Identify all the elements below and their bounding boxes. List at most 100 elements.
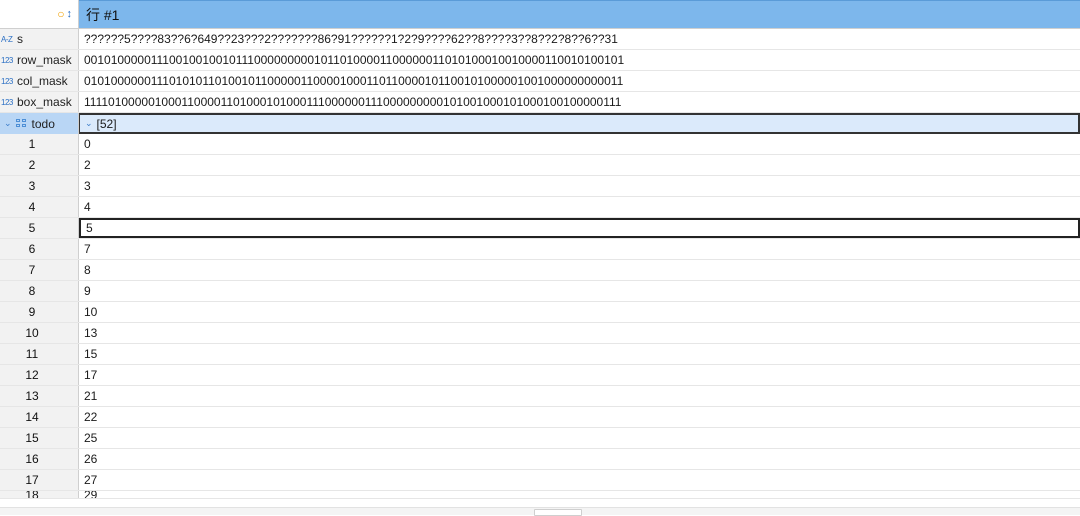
item-index: 13 [25, 389, 39, 403]
list-item[interactable]: 33 [0, 176, 1080, 197]
item-index-cell: 7 [0, 260, 79, 280]
item-index-cell: 11 [0, 344, 79, 364]
list-item[interactable]: 12 17 [0, 365, 1080, 386]
property-label-cell[interactable]: A-Z s [0, 29, 79, 49]
property-label-cell[interactable]: 123 row_mask [0, 50, 79, 70]
item-value[interactable]: 0 [79, 134, 1080, 154]
record-header[interactable]: 行 #1 [79, 0, 1080, 28]
item-index-cell: 17 [0, 470, 79, 490]
item-index: 10 [25, 326, 39, 340]
item-index-cell: 8 [0, 281, 79, 301]
header-corner[interactable]: ○ ↕ [0, 0, 79, 28]
list-item[interactable]: 55 [0, 218, 1080, 239]
item-value[interactable]: 22 [79, 407, 1080, 427]
item-index-cell: 3 [0, 176, 79, 196]
property-row[interactable]: 123 col_mask 01010000001110101011010010110… [0, 71, 1080, 92]
item-index: 4 [28, 200, 36, 214]
property-name: col_mask [17, 74, 68, 88]
item-value[interactable]: 4 [79, 197, 1080, 217]
item-index-cell: 9 [0, 302, 79, 322]
item-index-cell: 5 [0, 218, 79, 238]
item-index-cell: 1 [0, 134, 79, 154]
property-name: box_mask [17, 95, 72, 109]
list-item[interactable]: 67 [0, 239, 1080, 260]
item-index: 16 [25, 452, 39, 466]
todo-summary: [52] [96, 116, 117, 131]
property-name: row_mask [17, 53, 72, 67]
sort-arrows-icon[interactable]: ↕ [67, 8, 73, 20]
item-value[interactable]: 27 [79, 470, 1080, 490]
list-item[interactable]: 78 [0, 260, 1080, 281]
item-index: 8 [28, 284, 36, 298]
item-value[interactable]: 5 [79, 218, 1080, 238]
list-item[interactable]: 10 13 [0, 323, 1080, 344]
type-icon: A-Z [1, 34, 13, 44]
record-grid: ○ ↕ 行 #1 A-Z s ??????5????83??6?649??23???… [0, 0, 1080, 507]
scrollbar-thumb[interactable] [534, 509, 582, 516]
item-value[interactable]: 8 [79, 260, 1080, 280]
todo-value-cell[interactable]: ⌄ [52] [79, 113, 1080, 134]
item-index: 12 [25, 368, 39, 382]
item-index-cell: 4 [0, 197, 79, 217]
item-index-cell: 12 [0, 365, 79, 385]
list-item[interactable]: 10 [0, 134, 1080, 155]
item-index-cell: 10 [0, 323, 79, 343]
item-index: 7 [28, 263, 36, 277]
property-row[interactable]: A-Z s ??????5????83??6?649??23???2???????8… [0, 29, 1080, 50]
type-icon: 123 [1, 97, 13, 107]
property-value[interactable]: 0010100000111001001001011100000000010110… [79, 50, 1080, 70]
todo-row[interactable]: ⌄ todo ⌄ [52] [0, 113, 1080, 134]
item-value[interactable]: 9 [79, 281, 1080, 301]
chevron-down-icon[interactable]: ⌄ [4, 118, 12, 129]
item-index-cell: 18 [0, 491, 79, 498]
item-index-cell: 16 [0, 449, 79, 469]
item-index: 11 [25, 347, 39, 361]
item-index-cell: 15 [0, 428, 79, 448]
list-item[interactable]: 89 [0, 281, 1080, 302]
list-item[interactable]: 9 10 [0, 302, 1080, 323]
list-item[interactable]: 13 21 [0, 386, 1080, 407]
settings-circle-icon[interactable]: ○ [57, 7, 64, 21]
list-item[interactable]: 11 15 [0, 344, 1080, 365]
item-value[interactable]: 17 [79, 365, 1080, 385]
item-index-cell: 13 [0, 386, 79, 406]
property-value[interactable]: 1111010000010001100001101000101000111000… [79, 92, 1080, 112]
item-value[interactable]: 29 [79, 491, 1080, 498]
list-item[interactable]: 22 [0, 155, 1080, 176]
property-label-cell[interactable]: 123 box_mask [0, 92, 79, 112]
item-value[interactable]: 7 [79, 239, 1080, 259]
item-index-cell: 14 [0, 407, 79, 427]
todo-name: todo [31, 116, 55, 131]
property-value[interactable]: ??????5????83??6?649??23???2???????86?91… [79, 29, 1080, 49]
type-icon: 123 [1, 55, 13, 65]
property-row[interactable]: 123 box_mask 11110100000100011000011010001… [0, 92, 1080, 113]
property-name: s [17, 32, 23, 46]
item-value[interactable]: 3 [79, 176, 1080, 196]
item-index: 9 [28, 305, 36, 319]
list-item[interactable]: 18 29 [0, 491, 1080, 499]
collection-icon [15, 118, 28, 129]
property-label-cell[interactable]: 123 col_mask [0, 71, 79, 91]
item-value[interactable]: 10 [79, 302, 1080, 322]
property-value[interactable]: 0101000000111010101101001011000001100001… [79, 71, 1080, 91]
item-index: 18 [25, 491, 39, 499]
item-index: 17 [25, 473, 39, 487]
item-index-cell: 2 [0, 155, 79, 175]
item-value[interactable]: 26 [79, 449, 1080, 469]
item-index: 3 [28, 179, 36, 193]
list-item[interactable]: 17 27 [0, 470, 1080, 491]
list-item[interactable]: 14 22 [0, 407, 1080, 428]
list-item[interactable]: 44 [0, 197, 1080, 218]
list-item[interactable]: 15 25 [0, 428, 1080, 449]
item-value[interactable]: 15 [79, 344, 1080, 364]
item-value[interactable]: 25 [79, 428, 1080, 448]
todo-label-cell[interactable]: ⌄ todo [0, 113, 79, 134]
item-value[interactable]: 21 [79, 386, 1080, 406]
property-row[interactable]: 123 row_mask 00101000001110010010010111000… [0, 50, 1080, 71]
list-item[interactable]: 16 26 [0, 449, 1080, 470]
item-index: 5 [28, 221, 36, 235]
item-value[interactable]: 13 [79, 323, 1080, 343]
item-index: 6 [28, 242, 36, 256]
item-value[interactable]: 2 [79, 155, 1080, 175]
chevron-down-icon[interactable]: ⌄ [85, 118, 93, 129]
